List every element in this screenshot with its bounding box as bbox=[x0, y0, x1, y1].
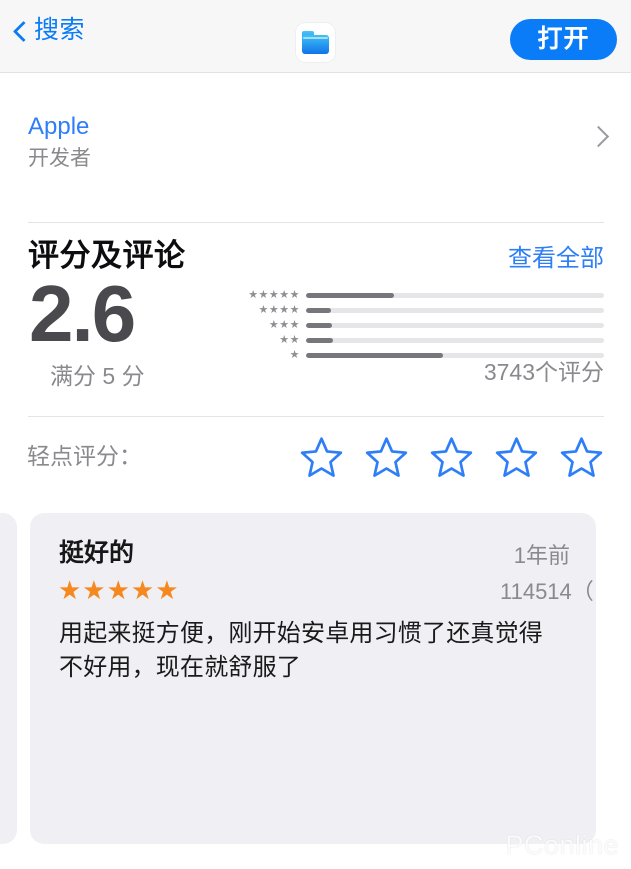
histogram-star-label: ★★★★★ bbox=[248, 289, 300, 301]
see-all-link[interactable]: 查看全部 bbox=[508, 245, 604, 272]
navigation-bar: 搜索 打开 bbox=[0, 0, 631, 73]
average-score: 2.6 bbox=[29, 269, 136, 358]
histogram-star-label: ★★★★ bbox=[258, 304, 300, 316]
histogram-fill bbox=[306, 293, 394, 298]
histogram-fill bbox=[306, 353, 444, 358]
rating-count-label: 3743个评分 bbox=[483, 359, 604, 385]
chevron-right-icon[interactable] bbox=[591, 124, 605, 148]
review-body-text: 用起来挺方便，刚开始安卓用习惯了还真觉得不好用，现在就舒服了 bbox=[59, 620, 543, 682]
developer-row[interactable]: Apple 开发者 bbox=[0, 73, 631, 222]
histogram-row: ★★ bbox=[232, 334, 604, 347]
developer-name[interactable]: Apple bbox=[28, 113, 89, 140]
histogram-row: ★★★★★ bbox=[232, 289, 604, 302]
folder-app-icon bbox=[296, 23, 335, 62]
histogram-track bbox=[306, 338, 604, 343]
review-star-rating: ★★★★★ bbox=[58, 575, 180, 605]
reviews-carousel[interactable]: 挺好的 1年前 ★★★★★ 114514（ 用起来挺方便，刚开始安卓用习惯了还真… bbox=[0, 505, 631, 869]
rate-star-group[interactable] bbox=[300, 436, 603, 479]
histogram-track bbox=[306, 293, 604, 298]
star-outline-icon[interactable] bbox=[300, 436, 343, 479]
review-title: 挺好的 bbox=[59, 539, 135, 567]
ratings-and-reviews-section: 评分及评论 查看全部 2.6 满分 5 分 ★★★★★ ★★★★ ★★★ ★★ ★ 37… bbox=[0, 223, 631, 416]
open-app-button[interactable]: 打开 bbox=[510, 19, 617, 60]
star-outline-icon[interactable] bbox=[560, 436, 603, 479]
histogram-fill bbox=[306, 323, 332, 328]
histogram-track bbox=[306, 308, 604, 313]
star-outline-icon[interactable] bbox=[430, 436, 473, 479]
folder-icon bbox=[302, 31, 329, 54]
review-date: 1年前 bbox=[513, 543, 570, 568]
histogram-star-label: ★★ bbox=[279, 334, 300, 346]
rating-histogram: ★★★★★ ★★★★ ★★★ ★★ ★ bbox=[232, 289, 604, 364]
histogram-fill bbox=[306, 338, 333, 343]
histogram-track bbox=[306, 353, 604, 358]
score-caption: 满分 5 分 bbox=[50, 363, 145, 389]
star-outline-icon[interactable] bbox=[495, 436, 538, 479]
histogram-star-label: ★ bbox=[289, 349, 300, 361]
review-card[interactable]: 挺好的 1年前 ★★★★★ 114514（ 用起来挺方便，刚开始安卓用习惯了还真… bbox=[30, 513, 596, 844]
tap-to-rate-row: 轻点评分： bbox=[0, 417, 631, 505]
back-button[interactable]: 搜索 bbox=[14, 18, 85, 43]
review-card-previous-peek[interactable] bbox=[0, 513, 17, 844]
developer-role-label: 开发者 bbox=[28, 147, 91, 170]
histogram-row: ★★★★ bbox=[232, 304, 604, 317]
tap-to-rate-label: 轻点评分： bbox=[27, 443, 142, 469]
page-title: 评分及评论 bbox=[28, 238, 186, 273]
back-button-label: 搜索 bbox=[34, 16, 86, 44]
star-outline-icon[interactable] bbox=[365, 436, 408, 479]
chevron-left-icon bbox=[14, 20, 27, 42]
histogram-row: ★★★ bbox=[232, 319, 604, 332]
histogram-star-label: ★★★ bbox=[268, 319, 300, 331]
histogram-fill bbox=[306, 308, 331, 313]
histogram-track bbox=[306, 323, 604, 328]
review-author: 114514（ bbox=[500, 579, 594, 604]
